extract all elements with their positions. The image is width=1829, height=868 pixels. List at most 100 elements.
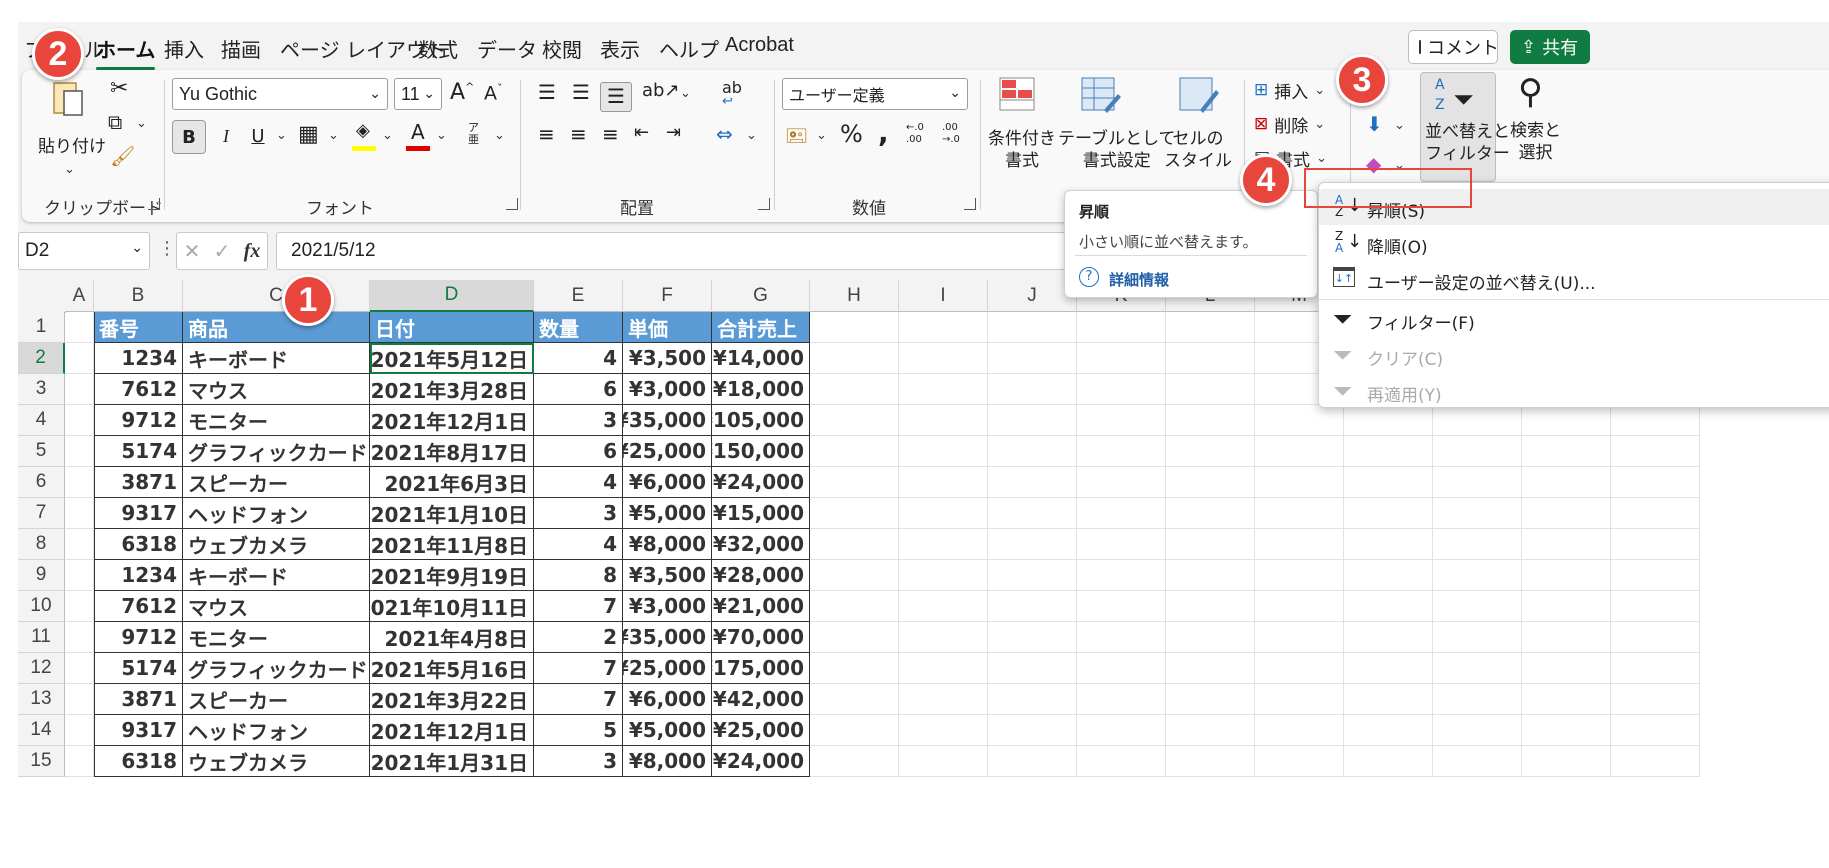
table-cell[interactable]: 7 bbox=[534, 591, 623, 622]
empty-cell[interactable] bbox=[1077, 560, 1166, 591]
empty-cell[interactable] bbox=[1166, 405, 1255, 436]
empty-cell[interactable] bbox=[810, 374, 899, 405]
table-cell[interactable]: ¥6,000 bbox=[623, 467, 712, 498]
furigana-dropdown-chevron[interactable]: ⌄ bbox=[494, 128, 505, 143]
font-color-dropdown-chevron[interactable]: ⌄ bbox=[436, 128, 447, 143]
table-cell[interactable]: ¥35,000 bbox=[623, 405, 712, 436]
empty-cell[interactable] bbox=[1611, 591, 1700, 622]
empty-cell[interactable] bbox=[988, 560, 1077, 591]
table-cell[interactable]: ヘッドフォン bbox=[183, 498, 370, 529]
empty-cell[interactable] bbox=[1077, 498, 1166, 529]
table-cell[interactable]: 2021年12月1日 bbox=[370, 405, 534, 436]
empty-cell[interactable] bbox=[988, 591, 1077, 622]
increase-font-icon[interactable]: A^ bbox=[450, 80, 474, 105]
table-cell[interactable]: 4 bbox=[534, 467, 623, 498]
menu-item-filter[interactable]: ⏷ フィルター(F) bbox=[1319, 301, 1829, 337]
menu-item-reapply-filter[interactable]: ⏷ 再適用(Y) bbox=[1319, 373, 1829, 409]
empty-cell[interactable] bbox=[1522, 405, 1611, 436]
more-options-icon[interactable]: ⋮ bbox=[158, 238, 176, 259]
align-center-icon[interactable]: ≡ bbox=[570, 122, 587, 146]
decrease-font-icon[interactable]: Aˇ bbox=[484, 82, 503, 104]
empty-cell[interactable] bbox=[899, 591, 988, 622]
row-header-6[interactable]: 6 bbox=[18, 467, 65, 498]
row-header-13[interactable]: 13 bbox=[18, 684, 65, 715]
table-cell[interactable]: ¥14,000 bbox=[712, 343, 810, 374]
format-as-table-button[interactable]: テーブルとして 書式設定 bbox=[1058, 128, 1175, 172]
font-dialog-launcher[interactable] bbox=[506, 198, 518, 210]
empty-cell[interactable] bbox=[1077, 653, 1166, 684]
percent-style-button[interactable]: % bbox=[840, 120, 863, 148]
empty-cell[interactable] bbox=[1611, 560, 1700, 591]
empty-cell[interactable] bbox=[988, 746, 1077, 777]
empty-cell[interactable] bbox=[810, 529, 899, 560]
empty-cell[interactable] bbox=[899, 498, 988, 529]
tab-home[interactable]: ホーム bbox=[96, 34, 156, 70]
empty-cell[interactable] bbox=[1077, 529, 1166, 560]
table-cell[interactable]: ¥32,000 bbox=[712, 529, 810, 560]
row-header-1[interactable]: 1 bbox=[18, 312, 65, 343]
empty-cell[interactable] bbox=[1166, 436, 1255, 467]
table-cell[interactable]: ¥28,000 bbox=[712, 560, 810, 591]
row-header-10[interactable]: 10 bbox=[18, 591, 65, 622]
table-cell[interactable]: ¥175,000 bbox=[712, 653, 810, 684]
column-header-a[interactable]: A bbox=[65, 280, 94, 312]
empty-cell[interactable] bbox=[899, 715, 988, 746]
empty-cell[interactable] bbox=[1611, 746, 1700, 777]
table-cell[interactable]: キーボード bbox=[183, 560, 370, 591]
empty-cell[interactable] bbox=[988, 436, 1077, 467]
insert-function-icon[interactable]: fx bbox=[244, 240, 261, 263]
empty-cell[interactable] bbox=[1344, 405, 1433, 436]
table-cell[interactable]: 2021年12月1日 bbox=[370, 715, 534, 746]
empty-cell[interactable] bbox=[1611, 653, 1700, 684]
decrease-indent-icon[interactable]: ⇤ bbox=[634, 122, 649, 143]
empty-cell[interactable] bbox=[1166, 374, 1255, 405]
empty-cell[interactable] bbox=[988, 312, 1077, 343]
table-cell[interactable]: ¥3,000 bbox=[623, 591, 712, 622]
table-cell[interactable]: 3 bbox=[534, 746, 623, 777]
table-cell[interactable]: 2 bbox=[534, 622, 623, 653]
table-cell[interactable]: キーボード bbox=[183, 343, 370, 374]
row-header-12[interactable]: 12 bbox=[18, 653, 65, 684]
table-cell[interactable]: 5 bbox=[534, 715, 623, 746]
merge-center-icon[interactable]: ⇔ bbox=[716, 122, 733, 146]
table-cell[interactable]: グラフィックカード bbox=[183, 436, 370, 467]
increase-indent-icon[interactable]: ⇥ bbox=[666, 122, 681, 143]
menu-item-clear-filter[interactable]: ⏷ クリア(C) bbox=[1319, 337, 1829, 373]
tab-acrobat[interactable]: Acrobat bbox=[725, 34, 794, 57]
empty-cell[interactable] bbox=[1255, 529, 1344, 560]
paste-dropdown-chevron[interactable]: ⌄ bbox=[64, 162, 75, 177]
empty-cell[interactable] bbox=[1255, 560, 1344, 591]
empty-cell[interactable] bbox=[1433, 746, 1522, 777]
table-cell[interactable]: マウス bbox=[183, 374, 370, 405]
conditional-formatting-icon[interactable] bbox=[998, 76, 1044, 120]
empty-cell[interactable] bbox=[1166, 467, 1255, 498]
table-cell[interactable]: ¥105,000 bbox=[712, 405, 810, 436]
empty-cell[interactable] bbox=[988, 715, 1077, 746]
table-cell[interactable]: ¥42,000 bbox=[712, 684, 810, 715]
empty-cell[interactable] bbox=[1255, 715, 1344, 746]
empty-cell[interactable] bbox=[988, 529, 1077, 560]
wrap-text-icon[interactable]: ab ↩ bbox=[722, 78, 752, 109]
empty-cell[interactable] bbox=[1077, 436, 1166, 467]
align-bottom-icon[interactable]: ☰ bbox=[600, 82, 632, 112]
empty-cell[interactable] bbox=[1077, 684, 1166, 715]
empty-cell[interactable] bbox=[899, 374, 988, 405]
table-cell[interactable]: ¥8,000 bbox=[623, 529, 712, 560]
empty-cell[interactable] bbox=[1344, 746, 1433, 777]
furigana-icon[interactable]: ア亜 bbox=[468, 122, 486, 146]
table-cell[interactable]: 3871 bbox=[94, 684, 183, 715]
table-header-cell[interactable]: 数量 bbox=[534, 312, 623, 343]
empty-cell[interactable] bbox=[1166, 529, 1255, 560]
sort-filter-button[interactable]: A Z ⏷ 並べ替えと フィルター bbox=[1420, 72, 1510, 182]
conditional-formatting-button[interactable]: 条件付き 書式 bbox=[988, 128, 1056, 172]
decrease-decimal-icon[interactable]: .00 →.0 bbox=[942, 122, 970, 146]
empty-cell[interactable] bbox=[1255, 436, 1344, 467]
empty-cell[interactable] bbox=[899, 467, 988, 498]
empty-cell[interactable] bbox=[1077, 715, 1166, 746]
empty-cell[interactable] bbox=[810, 312, 899, 343]
column-header-i[interactable]: I bbox=[899, 280, 988, 312]
empty-cell[interactable] bbox=[810, 746, 899, 777]
empty-cell[interactable] bbox=[1433, 684, 1522, 715]
tooltip-more-info-link[interactable]: 詳細情報 bbox=[1109, 269, 1169, 290]
empty-cell[interactable] bbox=[1611, 715, 1700, 746]
